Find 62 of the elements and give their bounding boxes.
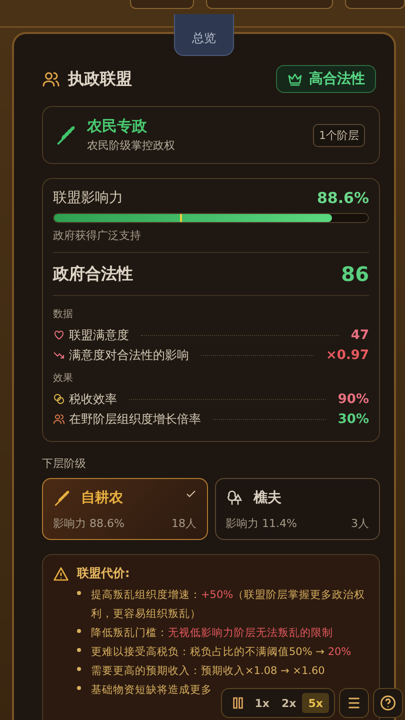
costs-title: 联盟代价: (77, 565, 130, 582)
subclasses-title: 下层阶级 (42, 456, 87, 471)
top-tab-button[interactable] (130, 0, 194, 9)
bullet-icon (77, 667, 81, 671)
influence-value: 88.6% (316, 189, 369, 207)
class-card[interactable]: 樵夫 影响力 11.4% 3人 (214, 478, 380, 540)
pause-icon (232, 697, 243, 709)
section-label: 效果 (53, 372, 74, 385)
trend-down-icon (53, 349, 65, 361)
speed-button[interactable]: 5x (302, 693, 329, 713)
trees-icon (226, 489, 244, 507)
class-population: 18人 (172, 516, 196, 531)
class-influence: 影响力 11.4% (226, 516, 297, 531)
menu-button[interactable] (339, 688, 369, 718)
crown-icon (287, 71, 303, 87)
class-influence: 影响力 88.6% (53, 516, 124, 531)
regime-description: 农民阶级掌控政权 (87, 138, 176, 153)
help-button[interactable] (373, 688, 403, 718)
cost-text: 需要更高的预期收入：预期收入×1.08 → ×1.60 (91, 664, 326, 679)
regime-name: 农民专政 (87, 117, 148, 136)
speed-button[interactable]: 2x (276, 693, 302, 713)
cost-text: 提高叛乱组织度增速：+50%（联盟阶层掌握更多政治权利，更容易组织叛乱） (91, 588, 366, 622)
people-icon (42, 70, 60, 88)
section-label: 数据 (53, 308, 74, 321)
stat-label: 联盟满意度 (69, 326, 129, 344)
coalition-title: 执政联盟 (68, 68, 133, 90)
badge-label: 高合法性 (309, 70, 365, 88)
legitimacy-label: 政府合法性 (53, 264, 133, 284)
influence-note: 政府获得广泛支持 (53, 228, 142, 243)
class-population: 3人 (351, 516, 369, 531)
warning-icon (53, 566, 69, 582)
effect-label: 税收效率 (69, 390, 117, 408)
effect-value: 30% (338, 412, 369, 426)
check-icon (184, 488, 196, 500)
effect-value: 90% (338, 392, 369, 406)
help-icon (379, 694, 397, 712)
overview-tab[interactable]: 总览 (174, 14, 234, 56)
cost-text: 降低叛乱门槛：无视低影响力阶层无法叛乱的限制 (91, 626, 334, 641)
class-card[interactable]: 自耕农 影响力 88.6% 18人 (42, 478, 208, 540)
top-tab-button[interactable] (206, 0, 333, 9)
class-name: 自耕农 (81, 489, 124, 507)
top-tab-button[interactable] (344, 0, 405, 9)
stat-label: 满意度对合法性的影响 (69, 346, 189, 364)
bullet-icon (77, 686, 81, 690)
cost-text: 更难以接受高税负：税负占比的不满阈值50% → 20% (91, 645, 352, 660)
people-icon (53, 413, 65, 425)
class-name: 樵夫 (254, 489, 282, 507)
effect-label: 在野阶层组织度增长倍率 (69, 410, 201, 428)
heart-icon (53, 329, 65, 341)
stat-value: ×0.97 (326, 348, 369, 362)
class-count-badge: 1个阶层 (313, 124, 365, 146)
wheat-icon (53, 489, 71, 507)
bullet-icon (77, 591, 81, 595)
influence-label: 联盟影响力 (53, 189, 123, 207)
cost-text: 基础物资短缺将造成更多 (91, 683, 212, 698)
bullet-icon (77, 629, 81, 633)
legitimacy-value: 86 (341, 262, 369, 286)
stat-value: 47 (350, 328, 369, 342)
bullet-icon (77, 648, 81, 652)
coins-icon (53, 393, 65, 405)
speed-button[interactable]: 1x (248, 693, 276, 713)
wheat-icon (55, 124, 77, 146)
